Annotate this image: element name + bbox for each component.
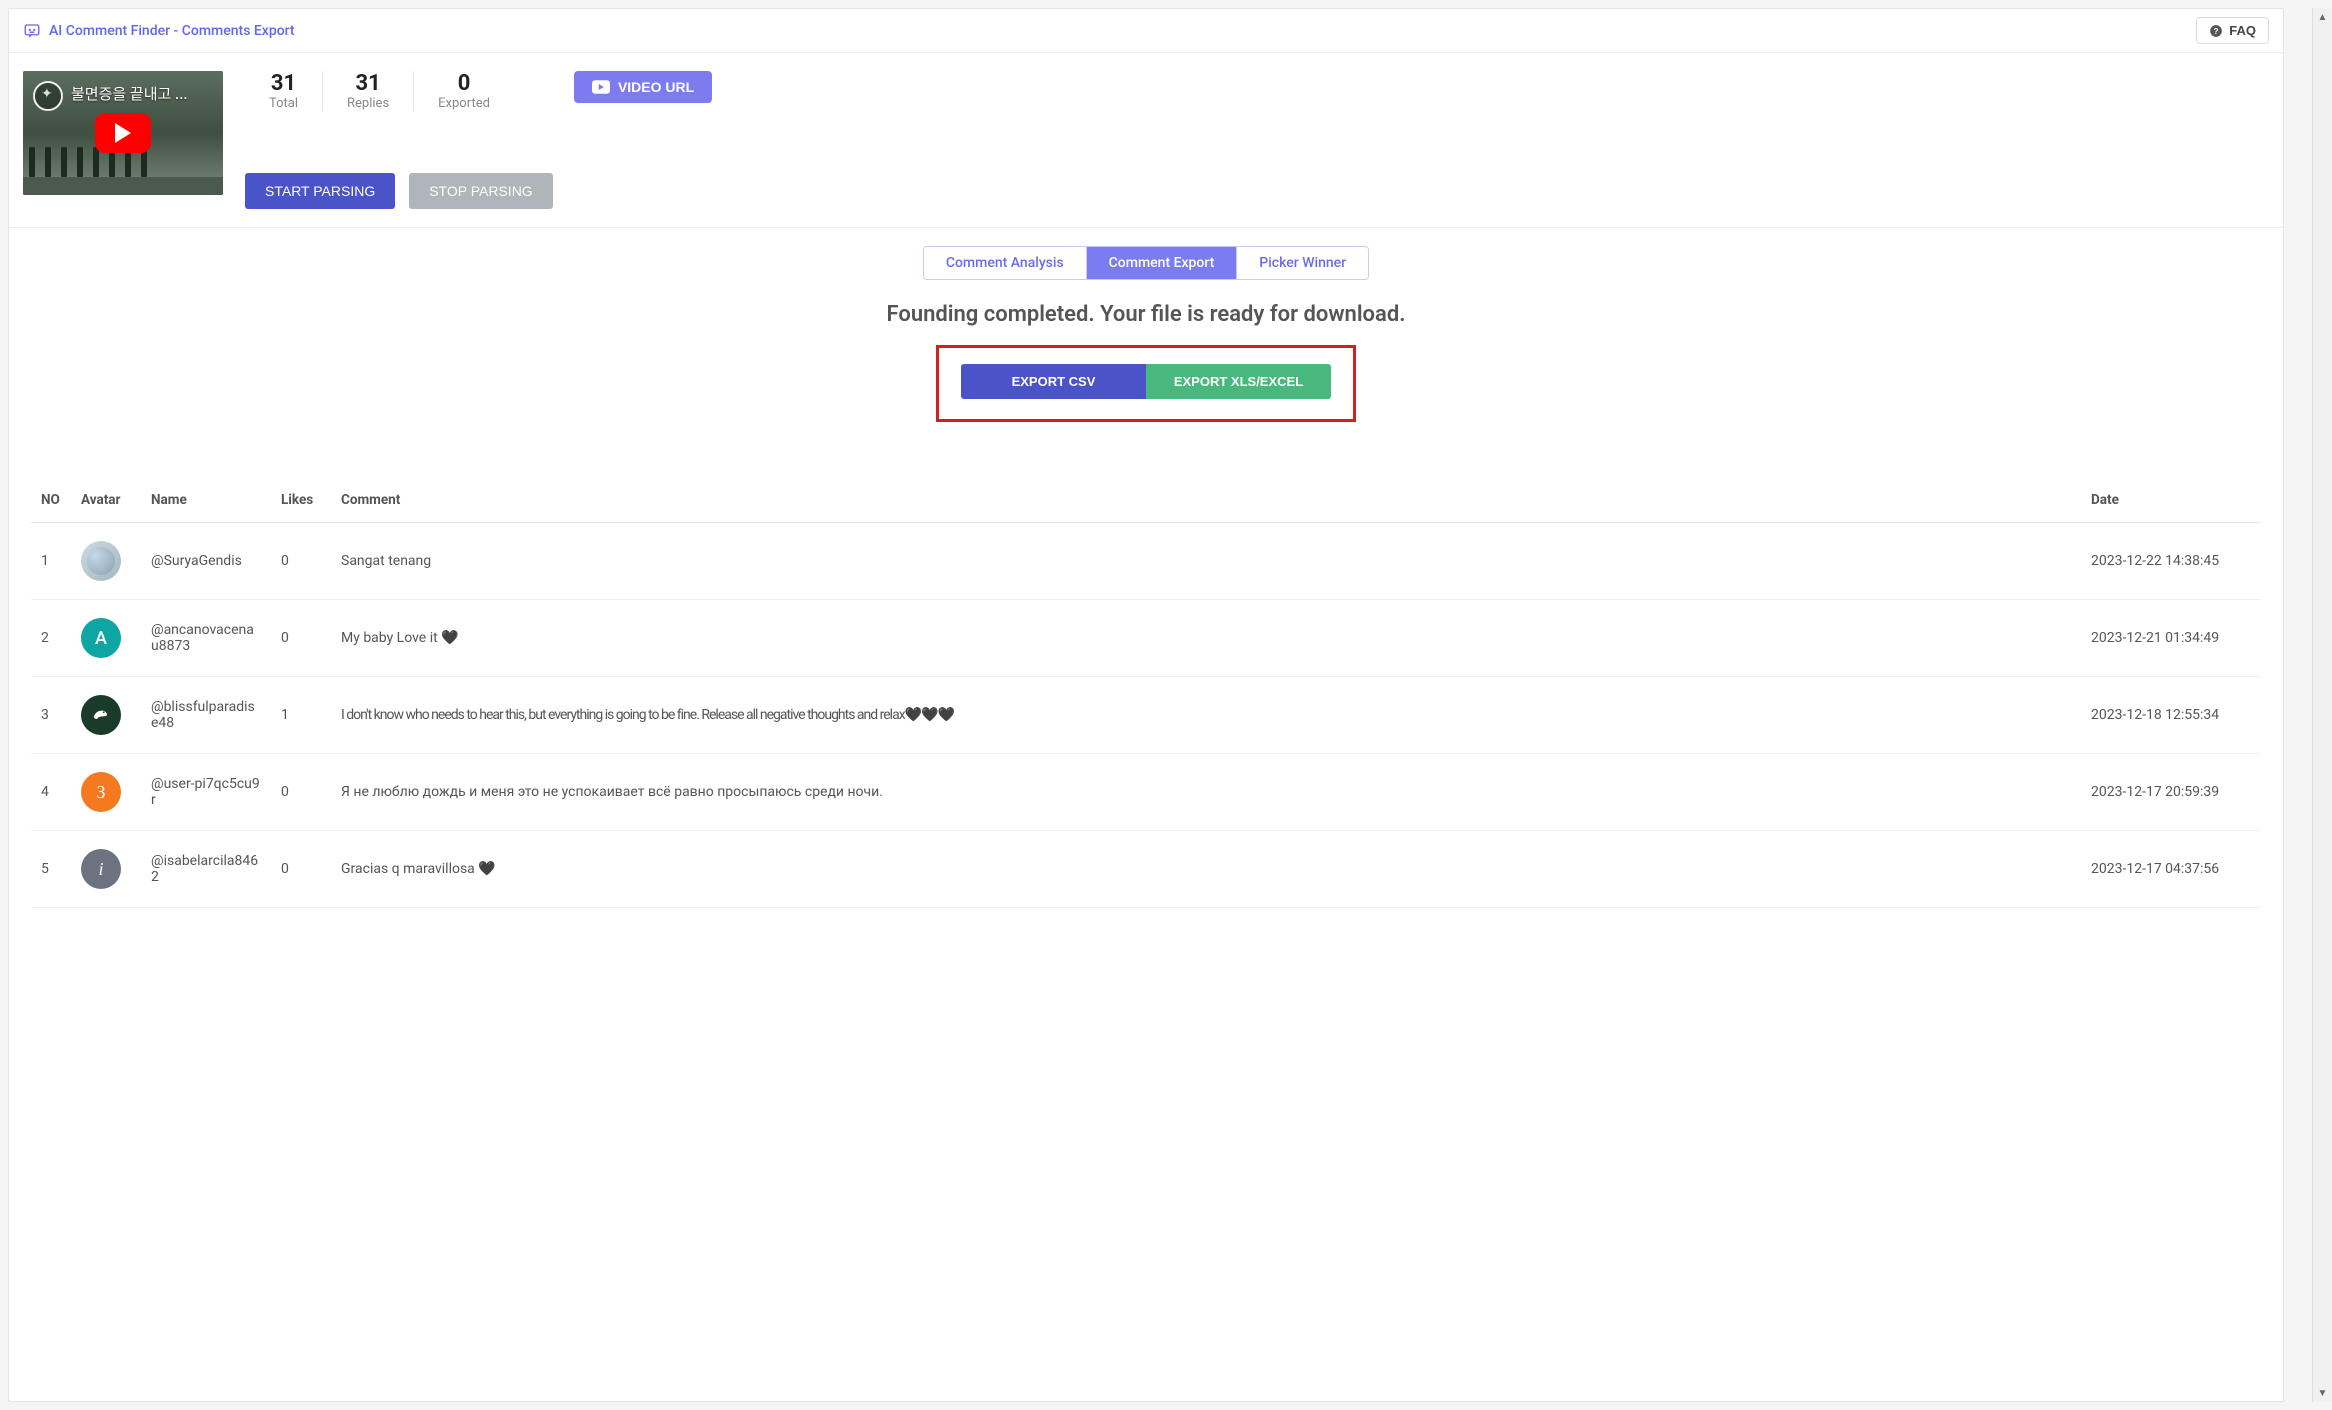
col-header-name: Name bbox=[141, 492, 271, 523]
tabs-wrap: Comment Analysis Comment Export Picker W… bbox=[9, 228, 2283, 280]
cell-likes: 0 bbox=[271, 754, 331, 831]
comments-table: NO Avatar Name Likes Comment Date 1 @Sur… bbox=[31, 492, 2261, 908]
avatar bbox=[81, 541, 121, 581]
avatar: i bbox=[81, 849, 121, 889]
cell-comment: I don't know who needs to hear this, but… bbox=[331, 677, 2081, 754]
cell-date: 2023-12-17 20:59:39 bbox=[2081, 754, 2261, 831]
cell-likes: 0 bbox=[271, 831, 331, 908]
col-header-date: Date bbox=[2081, 492, 2261, 523]
cell-no: 5 bbox=[31, 831, 71, 908]
stop-parsing-button[interactable]: STOP PARSING bbox=[409, 173, 552, 209]
help-icon: ? bbox=[2209, 24, 2223, 38]
cell-name: @user-pi7qc5cu9r bbox=[141, 754, 271, 831]
parse-buttons-row: START PARSING STOP PARSING bbox=[245, 173, 2283, 227]
stat-replies-num: 31 bbox=[347, 71, 389, 96]
youtube-icon bbox=[592, 80, 610, 94]
compass-icon bbox=[33, 81, 63, 111]
cell-avatar bbox=[71, 677, 141, 754]
play-icon[interactable] bbox=[95, 113, 151, 153]
cell-avatar bbox=[71, 523, 141, 600]
svg-text:?: ? bbox=[2214, 26, 2219, 35]
panel-title: AI Comment Finder - Comments Export bbox=[23, 22, 295, 40]
video-thumbnail[interactable]: 불면증을 끝내고 ... bbox=[23, 71, 223, 195]
cell-name: @ancanovacenau8873 bbox=[141, 600, 271, 677]
stat-replies: 31 Replies bbox=[322, 71, 413, 111]
col-header-likes: Likes bbox=[271, 492, 331, 523]
avatar bbox=[81, 695, 121, 735]
col-header-avatar: Avatar bbox=[71, 492, 141, 523]
tab-comment-export[interactable]: Comment Export bbox=[1086, 247, 1237, 279]
faq-label: FAQ bbox=[2229, 23, 2256, 38]
cell-avatar: i bbox=[71, 831, 141, 908]
cell-name: @blissfulparadise48 bbox=[141, 677, 271, 754]
cell-comment: Я не люблю дождь и меня это не успокаива… bbox=[331, 754, 2081, 831]
panel-header: AI Comment Finder - Comments Export ? FA… bbox=[9, 9, 2283, 53]
video-url-label: VIDEO URL bbox=[618, 79, 694, 95]
stat-exported-label: Exported bbox=[438, 96, 490, 111]
table-row: 3 @blissfulparadise48 1 I don't know who… bbox=[31, 677, 2261, 754]
comment-icon bbox=[23, 22, 41, 40]
tabs: Comment Analysis Comment Export Picker W… bbox=[923, 246, 1369, 280]
tab-comment-analysis[interactable]: Comment Analysis bbox=[924, 247, 1086, 279]
col-header-comment: Comment bbox=[331, 492, 2081, 523]
table-row: 5 i @isabelarcila8462 0 Gracias q maravi… bbox=[31, 831, 2261, 908]
cell-date: 2023-12-18 12:55:34 bbox=[2081, 677, 2261, 754]
cell-comment: Sangat tenang bbox=[331, 523, 2081, 600]
export-highlight-box: EXPORT CSV EXPORT XLS/EXCEL bbox=[936, 345, 1356, 422]
tab-picker-winner[interactable]: Picker Winner bbox=[1236, 247, 1368, 279]
table-row: 1 @SuryaGendis 0 Sangat tenang 2023-12-2… bbox=[31, 523, 2261, 600]
cell-no: 4 bbox=[31, 754, 71, 831]
table-row: 2 A @ancanovacenau8873 0 My baby Love it… bbox=[31, 600, 2261, 677]
cell-no: 3 bbox=[31, 677, 71, 754]
cell-name: @isabelarcila8462 bbox=[141, 831, 271, 908]
cell-name: @SuryaGendis bbox=[141, 523, 271, 600]
faq-button[interactable]: ? FAQ bbox=[2196, 17, 2269, 44]
stats-row: 31 Total 31 Replies 0 Exported bbox=[245, 71, 514, 111]
cell-likes: 1 bbox=[271, 677, 331, 754]
stat-total-num: 31 bbox=[269, 71, 298, 96]
cell-date: 2023-12-17 04:37:56 bbox=[2081, 831, 2261, 908]
scroll-up-arrow[interactable]: ▲ bbox=[2313, 8, 2332, 26]
cell-no: 1 bbox=[31, 523, 71, 600]
stat-exported: 0 Exported bbox=[413, 71, 514, 111]
bird-icon bbox=[90, 704, 112, 726]
avatar: З bbox=[81, 772, 121, 812]
main-panel: AI Comment Finder - Comments Export ? FA… bbox=[8, 8, 2284, 1402]
cell-date: 2023-12-22 14:38:45 bbox=[2081, 523, 2261, 600]
panel-title-text: AI Comment Finder - Comments Export bbox=[49, 23, 295, 39]
stat-exported-num: 0 bbox=[438, 71, 490, 96]
avatar: A bbox=[81, 618, 121, 658]
cell-avatar: З bbox=[71, 754, 141, 831]
stat-replies-label: Replies bbox=[347, 96, 389, 111]
video-url-button[interactable]: VIDEO URL bbox=[574, 71, 712, 103]
comments-table-wrap: NO Avatar Name Likes Comment Date 1 @Sur… bbox=[9, 452, 2283, 908]
cell-likes: 0 bbox=[271, 523, 331, 600]
cell-comment: My baby Love it 🖤 bbox=[331, 600, 2081, 677]
scroll-down-arrow[interactable]: ▼ bbox=[2313, 1384, 2332, 1402]
status-message: Founding completed. Your file is ready f… bbox=[9, 280, 2283, 345]
stat-total: 31 Total bbox=[245, 71, 322, 111]
cell-date: 2023-12-21 01:34:49 bbox=[2081, 600, 2261, 677]
stat-total-label: Total bbox=[269, 96, 298, 111]
cell-avatar: A bbox=[71, 600, 141, 677]
cell-likes: 0 bbox=[271, 600, 331, 677]
table-row: 4 З @user-pi7qc5cu9r 0 Я не люблю дождь … bbox=[31, 754, 2261, 831]
cell-no: 2 bbox=[31, 600, 71, 677]
export-csv-button[interactable]: EXPORT CSV bbox=[961, 364, 1146, 399]
col-header-no: NO bbox=[31, 492, 71, 523]
thumbnail-title: 불면증을 끝내고 ... bbox=[71, 83, 217, 104]
start-parsing-button[interactable]: START PARSING bbox=[245, 173, 395, 209]
scrollbar[interactable]: ▲ ▼ bbox=[2312, 8, 2332, 1402]
export-xls-button[interactable]: EXPORT XLS/EXCEL bbox=[1146, 364, 1331, 399]
cell-comment: Gracias q maravillosa 🖤 bbox=[331, 831, 2081, 908]
